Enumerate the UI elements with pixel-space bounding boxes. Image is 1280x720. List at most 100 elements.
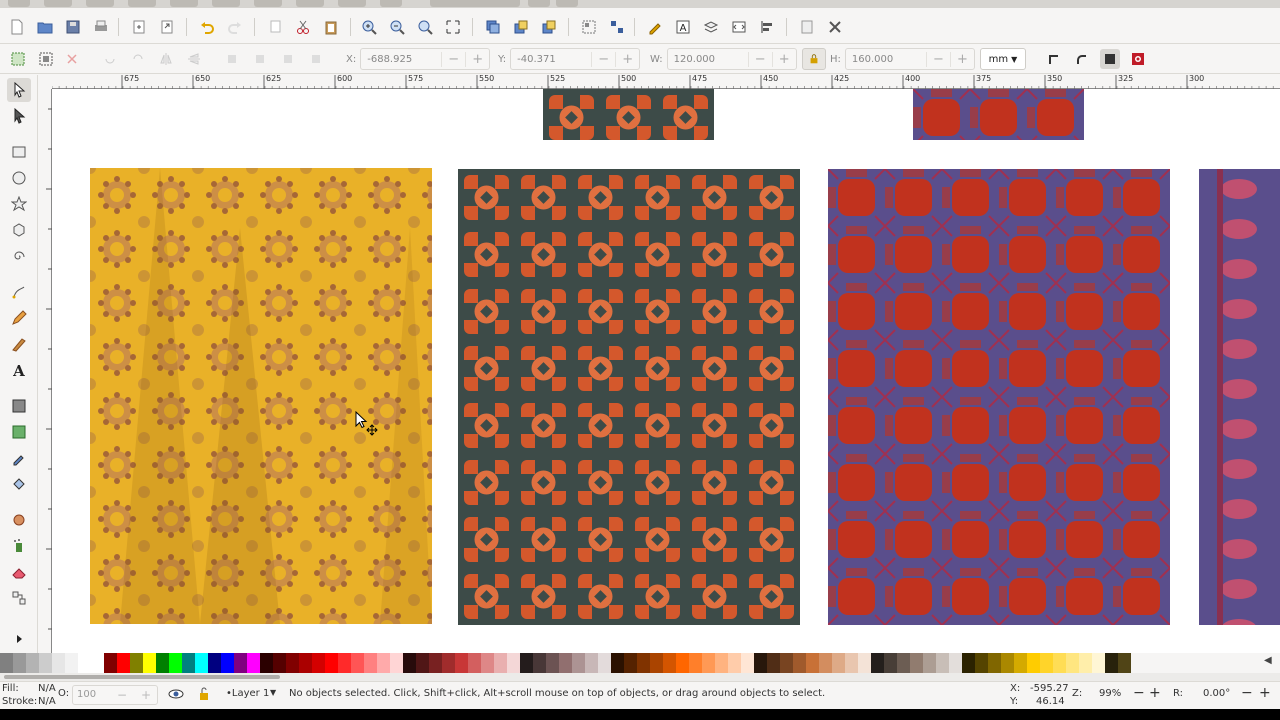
palette-swatch[interactable]: [780, 653, 793, 673]
palette-scroll-thumb[interactable]: [4, 675, 280, 679]
move-patterns-icon[interactable]: [1128, 49, 1148, 69]
palette-swatch[interactable]: [962, 653, 975, 673]
ungroup-icon[interactable]: [606, 16, 628, 38]
paste-icon[interactable]: [320, 16, 342, 38]
palette-swatch[interactable]: [676, 653, 689, 673]
page-tile-purple-red[interactable]: [828, 169, 1170, 625]
raise-to-top-icon[interactable]: [222, 49, 242, 69]
palette-menu-icon[interactable]: ◀: [1264, 655, 1276, 669]
flip-horizontal-icon[interactable]: [156, 49, 176, 69]
palette-swatch[interactable]: [403, 653, 416, 673]
raise-icon[interactable]: [250, 49, 270, 69]
rotation-value[interactable]: 0.00°: [1203, 688, 1230, 699]
page-tile-orange-teal[interactable]: [458, 169, 800, 625]
palette-swatch[interactable]: [936, 653, 949, 673]
pencil-tool-icon[interactable]: [7, 306, 31, 330]
palette-swatch[interactable]: [793, 653, 806, 673]
cut-icon[interactable]: [292, 16, 314, 38]
unlink-clone-icon[interactable]: [538, 16, 560, 38]
page-tile-purple-top[interactable]: [913, 89, 1084, 140]
chevron-down-icon[interactable]: ▼: [270, 688, 276, 697]
palette-swatch[interactable]: [559, 653, 572, 673]
eraser-tool-icon[interactable]: [7, 560, 31, 584]
y-value[interactable]: -40.371: [511, 54, 591, 65]
palette-swatch[interactable]: [65, 653, 78, 673]
palette-swatch[interactable]: [1040, 653, 1053, 673]
height-decrement[interactable]: −: [925, 51, 950, 67]
rotation-decrement[interactable]: −: [1241, 685, 1253, 701]
palette-swatch[interactable]: [910, 653, 923, 673]
spiral-tool-icon[interactable]: [7, 244, 31, 268]
palette-swatch[interactable]: [611, 653, 624, 673]
palette-swatch[interactable]: [26, 653, 39, 673]
palette-swatch[interactable]: [1092, 653, 1105, 673]
connector-tool-icon[interactable]: [7, 586, 31, 610]
copy-icon[interactable]: [264, 16, 286, 38]
opacity-decrement[interactable]: −: [117, 688, 127, 702]
rotate-cw-icon[interactable]: [128, 49, 148, 69]
palette-swatch[interactable]: [351, 653, 364, 673]
palette-swatch[interactable]: [338, 653, 351, 673]
height-increment[interactable]: +: [949, 51, 974, 67]
palette-swatch[interactable]: [312, 653, 325, 673]
export-icon[interactable]: [156, 16, 178, 38]
width-value[interactable]: 120.000: [668, 54, 748, 65]
palette-swatch[interactable]: [1053, 653, 1066, 673]
ellipse-tool-icon[interactable]: [7, 166, 31, 190]
palette-swatch[interactable]: [1118, 653, 1131, 673]
zoom-out-icon[interactable]: [386, 16, 408, 38]
palette-swatch[interactable]: [1105, 653, 1118, 673]
height-value[interactable]: 160.000: [846, 54, 926, 65]
palette-swatch[interactable]: [104, 653, 117, 673]
unit-select[interactable]: mm ▼: [980, 48, 1026, 70]
palette-swatch[interactable]: [884, 653, 897, 673]
palette-swatch[interactable]: [221, 653, 234, 673]
select-all-layers-icon[interactable]: [36, 49, 56, 69]
document-properties-icon[interactable]: [796, 16, 818, 38]
palette-swatch[interactable]: [390, 653, 403, 673]
save-icon[interactable]: [62, 16, 84, 38]
palette-swatch[interactable]: [507, 653, 520, 673]
palette-swatch[interactable]: [1079, 653, 1092, 673]
select-all-icon[interactable]: [8, 49, 28, 69]
current-layer[interactable]: •Layer 1: [226, 688, 269, 699]
palette-swatch[interactable]: [1027, 653, 1040, 673]
zoom-decrement[interactable]: −: [1133, 685, 1145, 701]
bezier-tool-icon[interactable]: [7, 280, 31, 304]
palette-swatch[interactable]: [871, 653, 884, 673]
width-increment[interactable]: +: [771, 51, 796, 67]
tweak-tool-icon[interactable]: [7, 508, 31, 532]
move-gradients-icon[interactable]: [1100, 49, 1120, 69]
palette-swatch[interactable]: [689, 653, 702, 673]
palette-swatch[interactable]: [416, 653, 429, 673]
palette-swatch[interactable]: [117, 653, 130, 673]
palette-swatch[interactable]: [494, 653, 507, 673]
palette-swatch[interactable]: [598, 653, 611, 673]
zoom-in-icon[interactable]: [358, 16, 380, 38]
opacity-spinbox[interactable]: 100 − +: [72, 685, 158, 705]
group-icon[interactable]: [578, 16, 600, 38]
palette-swatch[interactable]: [13, 653, 26, 673]
rectangle-tool-icon[interactable]: [7, 140, 31, 164]
opacity-increment[interactable]: +: [141, 688, 151, 702]
palette-swatch[interactable]: [741, 653, 754, 673]
toggle-lock-icon[interactable]: [196, 687, 212, 704]
duplicate-icon[interactable]: [482, 16, 504, 38]
new-document-icon[interactable]: [6, 16, 28, 38]
width-decrement[interactable]: −: [747, 51, 772, 67]
palette-swatch[interactable]: [481, 653, 494, 673]
palette-swatch[interactable]: [546, 653, 559, 673]
palette-swatch[interactable]: [572, 653, 585, 673]
toggle-visibility-icon[interactable]: [168, 687, 184, 704]
palette-swatch[interactable]: [299, 653, 312, 673]
align-distribute-icon[interactable]: [756, 16, 778, 38]
palette-swatch[interactable]: [0, 653, 13, 673]
zoom-increment[interactable]: +: [1149, 685, 1161, 701]
palette-swatch[interactable]: [468, 653, 481, 673]
palette-swatch[interactable]: [195, 653, 208, 673]
palette-swatch[interactable]: [208, 653, 221, 673]
palette-swatch[interactable]: [897, 653, 910, 673]
open-folder-icon[interactable]: [34, 16, 56, 38]
zoom-value[interactable]: 99%: [1099, 688, 1121, 699]
node-tool-icon[interactable]: [7, 104, 31, 128]
